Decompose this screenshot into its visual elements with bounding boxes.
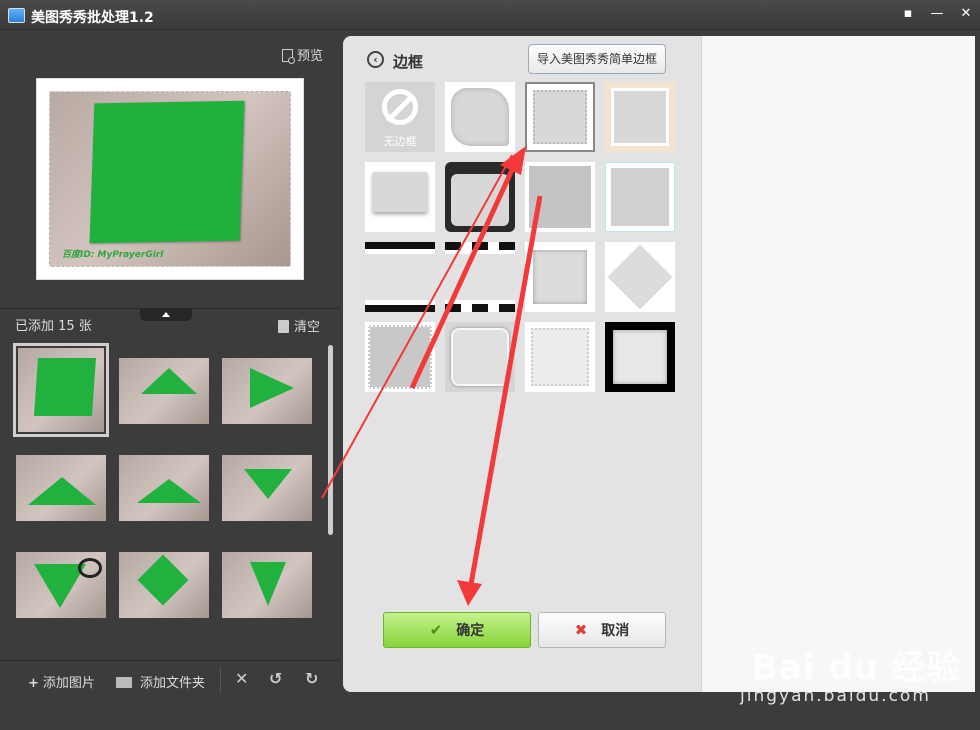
toolbar-divider bbox=[220, 667, 221, 693]
frame-option-14[interactable] bbox=[445, 322, 515, 392]
frame-preview bbox=[533, 90, 587, 144]
cancel-x-icon: ✖ bbox=[574, 621, 588, 639]
frame-option-4[interactable] bbox=[605, 82, 675, 152]
thumbnail-4[interactable] bbox=[16, 455, 106, 521]
folder-icon bbox=[116, 677, 132, 688]
frame-preview bbox=[365, 254, 435, 300]
frame-preview bbox=[445, 254, 515, 300]
thumbnail-photo bbox=[16, 455, 106, 521]
frame-option-12[interactable] bbox=[605, 242, 675, 312]
app-icon bbox=[8, 8, 25, 23]
scrollbar[interactable] bbox=[328, 345, 333, 535]
frame-panel: ‹ 边框 导入美图秀秀简单边框 无边框 ✔ 确定 ✖ 取消 bbox=[343, 36, 975, 692]
frame-option-6[interactable] bbox=[445, 162, 515, 232]
frame-preview bbox=[531, 328, 589, 386]
minimize-button[interactable]: — bbox=[926, 4, 948, 24]
add-folder-label: 添加文件夹 bbox=[140, 676, 206, 691]
collapse-toggle[interactable] bbox=[140, 309, 192, 321]
panel-title: 边框 bbox=[393, 53, 424, 71]
frame-preview bbox=[451, 174, 509, 226]
rotate-left-icon[interactable]: ↺ bbox=[269, 669, 282, 688]
feedback-icon[interactable]: ▪ bbox=[897, 4, 919, 24]
frame-option-13[interactable] bbox=[365, 322, 435, 392]
frame-option-9[interactable] bbox=[365, 242, 435, 312]
thumbnail-photo bbox=[18, 348, 104, 432]
add-folder-button[interactable]: 添加文件夹 bbox=[116, 672, 205, 691]
frame-option-15[interactable] bbox=[525, 322, 595, 392]
thumbnail-photo bbox=[119, 455, 209, 521]
frame-preview bbox=[529, 166, 591, 228]
rotate-right-icon[interactable]: ↻ bbox=[305, 669, 318, 688]
bottom-toolbar: + 添加图片 添加文件夹 ✕ ↺ ↻ bbox=[0, 660, 340, 700]
scissors-icon bbox=[78, 558, 102, 578]
thumbnail-8[interactable] bbox=[119, 552, 209, 618]
frame-option-8[interactable] bbox=[605, 162, 675, 232]
thumbnail-3[interactable] bbox=[222, 358, 312, 424]
preview-watermark: 百度ID: MyPrayerGirl bbox=[62, 250, 164, 260]
back-arrow-icon[interactable]: ‹ bbox=[367, 51, 384, 68]
no-frame-icon bbox=[382, 89, 418, 125]
thumbnail-photo bbox=[16, 552, 106, 618]
frame-preview bbox=[451, 328, 509, 386]
window-title: 美图秀秀批处理1.2 bbox=[31, 10, 154, 26]
confirm-label: 确定 bbox=[456, 623, 485, 639]
frame-preview bbox=[611, 168, 669, 226]
thumbnail-6[interactable] bbox=[222, 455, 312, 521]
frame-option-10[interactable] bbox=[445, 242, 515, 312]
brand-watermark: Bai du 经验 bbox=[752, 648, 962, 688]
frame-preview bbox=[368, 325, 432, 389]
cancel-button[interactable]: ✖ 取消 bbox=[538, 612, 666, 648]
url-watermark: jingyan.baidu.com bbox=[740, 686, 931, 706]
thumbnail-2[interactable] bbox=[119, 358, 209, 424]
frame-option-2[interactable] bbox=[445, 82, 515, 152]
thumbnail-1[interactable] bbox=[13, 343, 109, 437]
close-button[interactable]: ✕ bbox=[955, 4, 977, 24]
clear-button[interactable]: 清空 bbox=[278, 316, 320, 335]
green-paper bbox=[89, 100, 245, 244]
frame-option-16[interactable] bbox=[605, 322, 675, 392]
import-frame-button[interactable]: 导入美图秀秀简单边框 bbox=[528, 44, 666, 74]
frame-option-3-selected[interactable] bbox=[525, 82, 595, 152]
cancel-label: 取消 bbox=[601, 623, 630, 639]
no-frame-label: 无边框 bbox=[383, 135, 417, 148]
add-image-button[interactable]: + 添加图片 bbox=[28, 672, 95, 691]
frame-preview bbox=[533, 250, 587, 304]
thumbnail-9[interactable] bbox=[222, 552, 312, 618]
preview-button[interactable]: 预览 bbox=[282, 45, 323, 64]
frame-option-11[interactable] bbox=[525, 242, 595, 312]
preview-label: 预览 bbox=[297, 49, 324, 64]
add-image-label: 添加图片 bbox=[42, 676, 95, 691]
left-panel: 预览 百度ID: MyPrayerGirl 已添加 15 张 清空 + 添加图片… bbox=[0, 30, 340, 730]
frame-preview bbox=[613, 330, 667, 384]
frame-panel-blank-area bbox=[701, 36, 975, 692]
thumbnail-photo bbox=[119, 552, 209, 618]
frame-preview bbox=[451, 88, 509, 146]
thumbnail-5[interactable] bbox=[119, 455, 209, 521]
confirm-button[interactable]: ✔ 确定 bbox=[383, 612, 531, 648]
trash-icon bbox=[278, 320, 289, 333]
thumbnail-photo bbox=[119, 358, 209, 424]
frame-preview bbox=[611, 88, 669, 146]
frame-none[interactable]: 无边框 bbox=[365, 82, 435, 152]
frame-preview bbox=[607, 244, 673, 310]
frame-option-5[interactable] bbox=[365, 162, 435, 232]
title-bar: 美图秀秀批处理1.2 ▪ — ✕ bbox=[0, 0, 980, 30]
check-icon: ✔ bbox=[429, 621, 443, 639]
preview-image: 百度ID: MyPrayerGirl bbox=[37, 79, 303, 279]
delete-icon[interactable]: ✕ bbox=[235, 669, 248, 688]
thumbnail-photo bbox=[222, 455, 312, 521]
frame-preview bbox=[373, 172, 427, 212]
thumbnail-photo bbox=[222, 358, 312, 424]
thumbnail-photo bbox=[222, 552, 312, 618]
thumbnail-7[interactable] bbox=[16, 552, 106, 618]
preview-photo: 百度ID: MyPrayerGirl bbox=[49, 91, 291, 267]
added-count: 已添加 15 张 bbox=[15, 319, 92, 334]
frame-option-7[interactable] bbox=[525, 162, 595, 232]
plus-icon: + bbox=[28, 676, 39, 691]
preview-icon bbox=[282, 49, 295, 64]
clear-label: 清空 bbox=[294, 320, 321, 335]
